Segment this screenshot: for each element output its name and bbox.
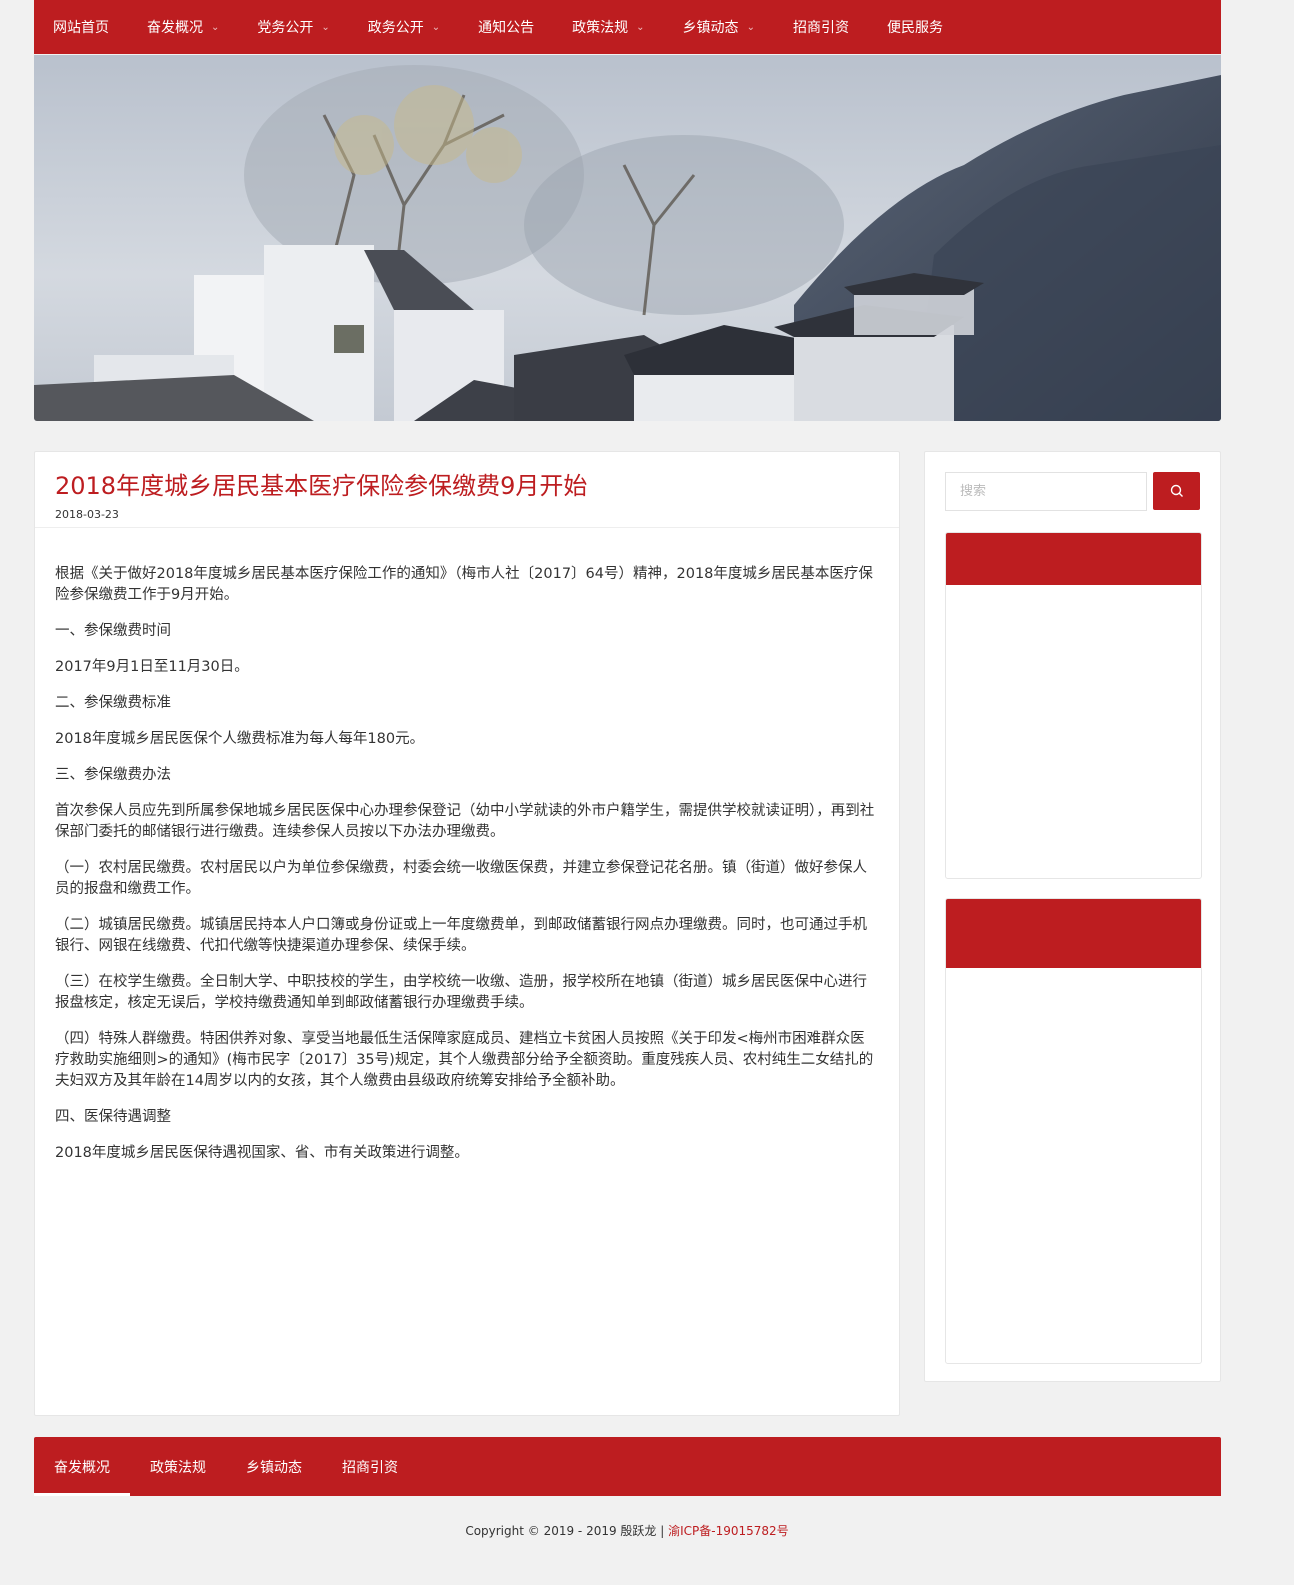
bottom-nav-label: 政策法规 — [150, 1459, 206, 1476]
nav-item-label: 政策法规 — [572, 20, 629, 36]
article-paragraph: （四）特殊人群缴费。特困供养对象、享受当地最低生活保障家庭成员、建档立卡贫困人员… — [55, 1031, 874, 1089]
chevron-down-icon: ⌄ — [431, 21, 441, 33]
nav-item-label: 便民服务 — [886, 20, 943, 36]
nav-item-label: 乡镇动态 — [682, 20, 739, 36]
article-paragraph: 2018年度城乡居民医保个人缴费标准为每人每年180元。 — [55, 731, 425, 747]
nav-item-government-affairs[interactable]: 政务公开 ⌄ — [349, 0, 459, 54]
article-paragraph: 根据《关于做好2018年度城乡居民基本医疗保险工作的通知》（梅市人社〔2017〕… — [55, 566, 873, 603]
article-card: 2018年度城乡居民基本医疗保险参保缴费9月开始 2018-03-23 根据《关… — [34, 451, 900, 1416]
article-paragraph: 二、参保缴费标准 — [55, 695, 171, 711]
sidebar-panel-header — [946, 899, 1201, 968]
search-form — [945, 472, 1201, 512]
sidebar-panel — [945, 532, 1202, 879]
article-paragraph: 三、参保缴费办法 — [55, 767, 171, 783]
sidebar-panel — [945, 898, 1202, 1364]
village-landscape-illustration — [34, 55, 1221, 421]
search-button[interactable] — [1153, 472, 1200, 510]
article-paragraph: （一）农村居民缴费。农村居民以户为单位参保缴费，村委会统一收缴医保费，并建立参保… — [55, 860, 867, 897]
nav-item-services[interactable]: 便民服务 — [868, 0, 962, 54]
nav-item-label: 招商引资 — [792, 20, 849, 36]
bottom-nav-item-investment[interactable]: 招商引资 — [322, 1437, 418, 1496]
footer-copyright: Copyright © 2019 - 2019 殷跃龙 | — [465, 1524, 669, 1538]
bottom-nav-item-policies[interactable]: 政策法规 — [130, 1437, 226, 1496]
bottom-nav-item-town-news[interactable]: 乡镇动态 — [226, 1437, 322, 1496]
nav-item-notices[interactable]: 通知公告 — [459, 0, 553, 54]
bottom-nav-label: 招商引资 — [342, 1459, 398, 1476]
banner-image — [34, 55, 1221, 421]
nav-item-home[interactable]: 网站首页 — [34, 0, 128, 54]
nav-item-label: 政务公开 — [367, 20, 424, 36]
chevron-down-icon: ⌄ — [321, 21, 330, 33]
article-paragraph: 2018年度城乡居民医保待遇视国家、省、市有关政策进行调整。 — [55, 1145, 469, 1161]
bottom-nav-item-overview[interactable]: 奋发概况 — [34, 1437, 130, 1496]
top-nav: 网站首页 奋发概况 ⌄ 党务公开 ⌄ 政务公开 ⌄ 通知公告 政策法规 ⌄ 乡镇动态 ⌄ … — [34, 0, 1221, 54]
nav-item-overview[interactable]: 奋发概况 ⌄ — [128, 0, 238, 54]
sidebar-panel-header — [946, 533, 1201, 585]
article-paragraph: 一、参保缴费时间 — [55, 623, 171, 639]
article-paragraph: （三）在校学生缴费。全日制大学、中职技校的学生，由学校统一收缴、造册，报学校所在… — [55, 974, 867, 1011]
chevron-down-icon: ⌄ — [636, 21, 645, 33]
article-paragraph: 四、医保待遇调整 — [55, 1109, 171, 1125]
search-input[interactable] — [945, 472, 1147, 511]
footer-icp-link[interactable]: 渝ICP备-19015782号 — [668, 1524, 789, 1538]
bottom-nav-label: 乡镇动态 — [246, 1459, 302, 1476]
bottom-nav-label: 奋发概况 — [54, 1459, 110, 1476]
search-icon — [1170, 484, 1183, 497]
nav-item-policies[interactable]: 政策法规 ⌄ — [553, 0, 663, 54]
nav-item-party-affairs[interactable]: 党务公开 ⌄ — [238, 0, 348, 54]
article-paragraph: 首次参保人员应先到所属参保地城乡居民医保中心办理参保登记（幼中小学就读的外市户籍… — [55, 803, 875, 840]
bottom-nav: 奋发概况 政策法规 乡镇动态 招商引资 — [34, 1437, 1221, 1496]
article-date: 2018-03-23 — [55, 508, 119, 521]
chevron-down-icon: ⌄ — [746, 21, 755, 33]
sidebar — [924, 451, 1221, 1382]
nav-item-label: 奋发概况 — [147, 20, 203, 36]
article-body: 根据《关于做好2018年度城乡居民基本医疗保险工作的通知》（梅市人社〔2017〕… — [35, 528, 899, 1164]
article-paragraph: 2017年9月1日至11月30日。 — [55, 659, 249, 675]
footer: Copyright © 2019 - 2019 殷跃龙 | 渝ICP备-1901… — [0, 1522, 1254, 1539]
article-paragraph: （二）城镇居民缴费。城镇居民持本人户口簿或身份证或上一年度缴费单，到邮政储蓄银行… — [55, 917, 867, 954]
nav-item-label: 党务公开 — [257, 20, 314, 36]
nav-item-label: 网站首页 — [53, 20, 109, 36]
chevron-down-icon: ⌄ — [211, 21, 220, 33]
nav-item-town-news[interactable]: 乡镇动态 ⌄ — [664, 0, 774, 54]
article-header: 2018年度城乡居民基本医疗保险参保缴费9月开始 2018-03-23 — [35, 452, 899, 528]
article-title: 2018年度城乡居民基本医疗保险参保缴费9月开始 — [55, 472, 588, 500]
nav-item-investment[interactable]: 招商引资 — [774, 0, 868, 54]
nav-item-label: 通知公告 — [478, 20, 535, 36]
